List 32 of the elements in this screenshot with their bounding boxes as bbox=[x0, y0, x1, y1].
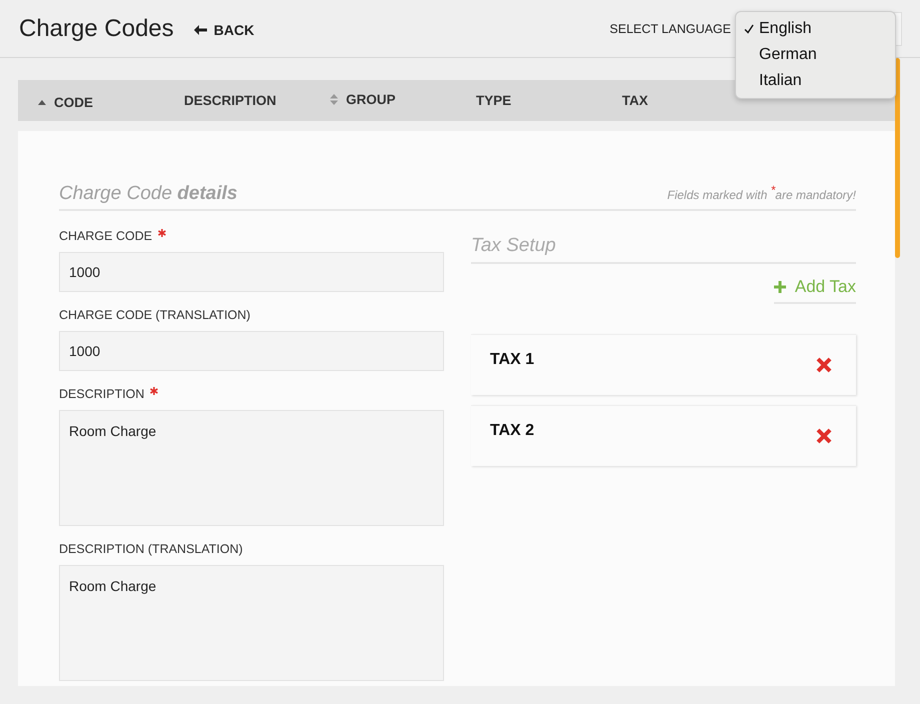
arrow-left-icon bbox=[194, 25, 207, 35]
column-header[interactable]: CODE bbox=[38, 94, 94, 110]
tax-name: TAX 1 bbox=[490, 351, 534, 369]
column-header[interactable]: GROUP bbox=[330, 92, 396, 106]
delete-button[interactable] bbox=[816, 428, 832, 444]
plus-icon bbox=[774, 281, 786, 293]
field-label: DESCRIPTION (TRANSLATION) bbox=[59, 542, 243, 556]
language-label: SELECT LANGUAGE bbox=[610, 22, 731, 36]
column-header[interactable]: TYPE bbox=[476, 92, 512, 108]
text-area[interactable]: Room Charge bbox=[59, 565, 444, 681]
field-label: CHARGE CODE bbox=[59, 229, 152, 243]
sort-icon bbox=[330, 94, 338, 104]
section-heading: Charge Code details bbox=[59, 183, 238, 205]
back-link[interactable]: BACK bbox=[194, 22, 254, 38]
field-label: CHARGE CODE (TRANSLATION) bbox=[59, 308, 250, 322]
menu-item[interactable]: Italian bbox=[736, 68, 895, 94]
column-header[interactable]: TAX bbox=[622, 92, 648, 108]
close-icon bbox=[816, 428, 832, 444]
input-field[interactable]: 1000 bbox=[59, 331, 444, 371]
section-heading: Tax Setup bbox=[471, 235, 856, 264]
menu-item[interactable]: German bbox=[736, 42, 895, 68]
column-header[interactable]: DESCRIPTION bbox=[184, 92, 276, 108]
field-label: DESCRIPTION bbox=[59, 387, 144, 401]
menu-item[interactable]: English bbox=[736, 16, 895, 42]
scrollbar[interactable] bbox=[895, 58, 900, 258]
page-title: Charge Codes bbox=[19, 14, 174, 42]
input-field[interactable]: 1000 bbox=[59, 252, 444, 292]
text-area[interactable]: Room Charge bbox=[59, 410, 444, 526]
sort-up-icon bbox=[38, 100, 46, 104]
delete-button[interactable] bbox=[816, 357, 832, 373]
tax-name: TAX 2 bbox=[490, 422, 534, 440]
close-icon bbox=[816, 357, 832, 373]
